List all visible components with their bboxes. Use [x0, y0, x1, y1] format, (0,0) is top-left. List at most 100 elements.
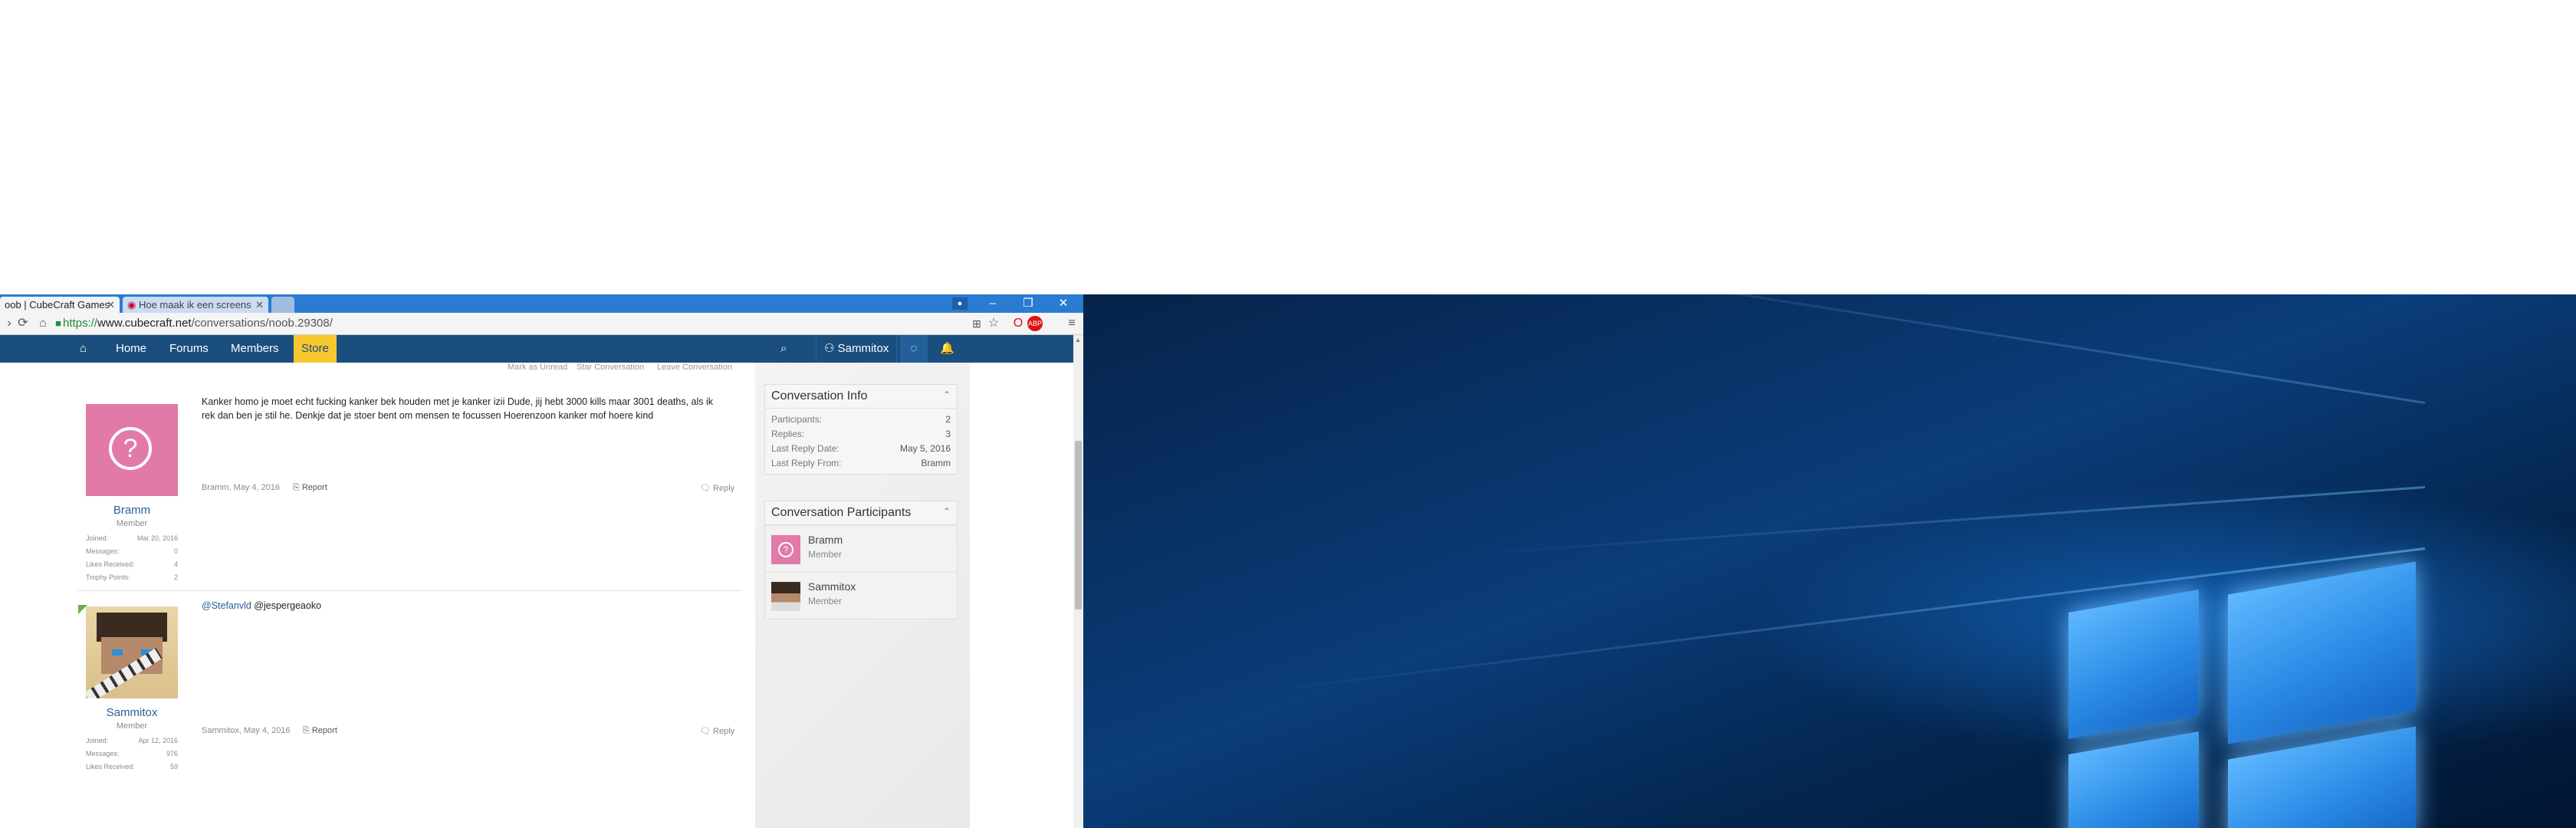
- user-menu[interactable]: ⚇ Sammitox: [816, 335, 898, 363]
- opera-icon[interactable]: O: [1010, 316, 1026, 331]
- avatar: [771, 582, 800, 611]
- mark-unread-link[interactable]: Mark as Unread: [508, 363, 567, 372]
- reply-icon: 🗨: [700, 727, 714, 736]
- user-stat: Messages: 0: [86, 547, 178, 555]
- report-icon: ⎘: [293, 483, 302, 492]
- user-stat: Messages: 976: [86, 750, 178, 757]
- tab-cubecraft[interactable]: oob | CubeCraft Games ✕: [0, 297, 120, 313]
- reply-link[interactable]: 🗨 Reply: [700, 726, 734, 736]
- reply-link[interactable]: 🗨 Reply: [700, 483, 734, 493]
- back-icon[interactable]: ›: [2, 316, 17, 331]
- site-navigation: ⌂ Home Forums Members Store ⌕ ⚇ Sammitox…: [0, 335, 1073, 363]
- reload-icon[interactable]: ⟳: [15, 316, 31, 331]
- participants-block: Conversation Participants ⌃ ? Bramm Membe…: [764, 501, 958, 619]
- conversations-icon[interactable]: ◌: [900, 335, 928, 363]
- nav-store[interactable]: Store: [294, 335, 337, 363]
- participant-name[interactable]: Bramm: [808, 534, 843, 546]
- user-title: Member: [116, 519, 148, 528]
- info-row: Participants: 2: [771, 414, 951, 425]
- reply-icon: 🗨: [700, 484, 714, 493]
- question-mark-icon: ?: [109, 427, 152, 470]
- scroll-up-icon[interactable]: ▲: [1075, 337, 1081, 343]
- translate-icon[interactable]: ⊞: [969, 316, 984, 331]
- question-mark-icon: ?: [778, 542, 794, 557]
- collapse-icon[interactable]: ⌃: [943, 389, 951, 400]
- desktop-wallpaper: [1083, 294, 2576, 828]
- profile-icon[interactable]: ●: [952, 297, 968, 310]
- light-beam: [1468, 486, 2426, 556]
- conversation-page: Mark as Unread Star Conversation Leave C…: [0, 363, 1073, 828]
- avatar-eye: [112, 649, 123, 656]
- title-bar: oob | CubeCraft Games ✕ ◉ Hoe maak ik ee…: [0, 294, 1083, 313]
- mention-link[interactable]: @Stefanvld: [202, 600, 251, 611]
- windows-logo-pane: [2068, 731, 2199, 828]
- menu-icon[interactable]: ≡: [1064, 316, 1079, 331]
- url-scheme: https://: [63, 317, 98, 330]
- user-stat: Trophy Points: 2: [86, 573, 178, 581]
- user-title: Member: [116, 721, 148, 731]
- leave-conversation-link[interactable]: Leave Conversation: [657, 363, 732, 372]
- block-heading: Conversation Info ⌃: [765, 385, 957, 409]
- avatar[interactable]: [86, 606, 178, 698]
- report-icon: ⎘: [303, 726, 312, 735]
- info-row: Last Reply Date: May 5, 2016: [771, 443, 951, 454]
- url-host: www.cubecraft.net: [97, 317, 192, 330]
- user-stat: Joined: Mar 20, 2016: [86, 534, 178, 542]
- search-icon[interactable]: ⌕: [780, 335, 787, 363]
- participant-name[interactable]: Sammitox: [808, 580, 856, 593]
- post-author[interactable]: Sammitox: [86, 706, 178, 719]
- scrollbar-thumb[interactable]: [1075, 441, 1082, 610]
- participant-title: Member: [808, 549, 843, 560]
- tab-screenshot[interactable]: ◉ Hoe maak ik een screens ✕: [123, 297, 268, 313]
- mention-text: @jespergeaoko: [254, 600, 322, 611]
- post-date[interactable]: Bramm, May 4, 2016: [202, 483, 280, 492]
- alerts-bell-icon[interactable]: 🔔: [940, 335, 955, 363]
- close-tab-icon[interactable]: ✕: [107, 297, 115, 313]
- post-message: @Stefanvld @jespergeaoko: [202, 599, 321, 613]
- post-date[interactable]: Sammitox, May 4, 2016: [202, 726, 291, 735]
- star-conversation-link[interactable]: Star Conversation: [577, 363, 644, 372]
- new-tab-button[interactable]: [271, 297, 294, 313]
- conversation-info-block: Conversation Info ⌃ Participants: 2 Replie…: [764, 384, 958, 475]
- user-icon: ⚇: [824, 342, 838, 355]
- adblock-icon[interactable]: ABP: [1027, 316, 1043, 331]
- nav-forums[interactable]: Forums: [169, 335, 209, 363]
- page-scrollbar[interactable]: ▲: [1073, 335, 1083, 828]
- nav-home[interactable]: Home: [116, 335, 146, 363]
- close-button[interactable]: ✕: [1046, 294, 1081, 313]
- user-stat: Joined: Apr 12, 2016: [86, 737, 178, 744]
- close-tab-icon[interactable]: ✕: [255, 297, 264, 313]
- block-heading: Conversation Participants ⌃: [765, 501, 957, 525]
- address-bar[interactable]: https://www.cubecraft.net/conversations/…: [63, 316, 333, 331]
- post-message: Kanker homo je moet echt fucking kanker …: [202, 396, 714, 421]
- favicon-icon: ◉: [127, 299, 139, 310]
- collapse-icon[interactable]: ⌃: [943, 506, 951, 517]
- tab-label: oob | CubeCraft Games: [5, 299, 110, 310]
- sidebar: Conversation Info ⌃ Participants: 2 Replie…: [755, 363, 970, 828]
- browser-window: oob | CubeCraft Games ✕ ◉ Hoe maak ik ee…: [0, 294, 1083, 828]
- post-divider: [77, 590, 742, 591]
- participant-item[interactable]: Sammitox Member: [765, 572, 957, 619]
- windows-logo-pane: [2228, 561, 2416, 744]
- minimize-button[interactable]: –: [975, 294, 1010, 313]
- light-beam: [1326, 294, 2426, 404]
- report-link[interactable]: ⎘ Report: [293, 483, 327, 493]
- participant-item[interactable]: ? Bramm Member: [765, 525, 957, 572]
- bookmark-star-icon[interactable]: ☆: [986, 316, 1001, 331]
- windows-logo-pane: [2068, 590, 2199, 739]
- post-author[interactable]: Bramm: [86, 504, 178, 517]
- nav-members[interactable]: Members: [231, 335, 279, 363]
- info-row: Last Reply From: Bramm: [771, 458, 951, 468]
- windows-logo-pane: [2228, 726, 2416, 828]
- home-icon[interactable]: ⌂: [35, 316, 51, 331]
- restore-button[interactable]: ❐: [1010, 294, 1046, 313]
- user-stat: Likes Received: 59: [86, 763, 178, 770]
- report-link[interactable]: ⎘ Report: [303, 726, 337, 736]
- browser-toolbar: › ⟳ ⌂ ■ https://www.cubecraft.net/conver…: [0, 313, 1083, 335]
- user-stat: Likes Received: 4: [86, 560, 178, 568]
- tab-label: Hoe maak ik een screens: [138, 299, 251, 310]
- avatar[interactable]: ?: [86, 404, 178, 496]
- info-row: Replies: 3: [771, 429, 951, 439]
- avatar: ?: [771, 535, 800, 564]
- home-icon[interactable]: ⌂: [80, 335, 87, 363]
